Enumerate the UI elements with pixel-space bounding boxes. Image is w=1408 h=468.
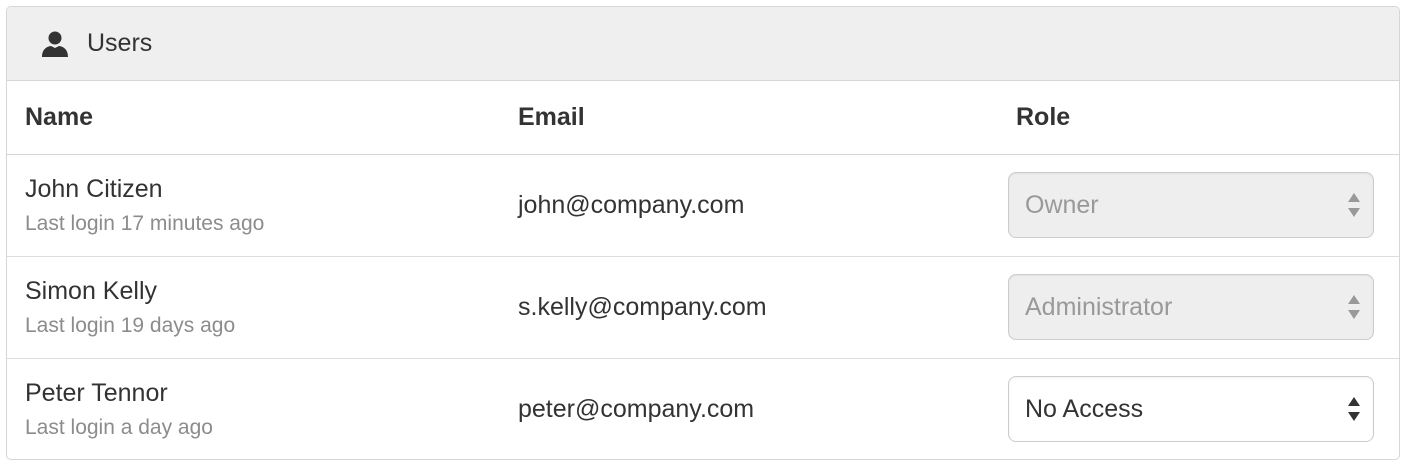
user-icon: [41, 30, 69, 58]
role-cell: No Access: [998, 358, 1399, 459]
user-email: s.kelly@company.com: [518, 292, 767, 321]
email-cell: s.kelly@company.com: [500, 256, 998, 359]
role-select: Owner: [1008, 172, 1374, 238]
column-header-email: Email: [500, 81, 998, 155]
select-arrows-icon: [1347, 191, 1361, 219]
role-select[interactable]: No Access: [1008, 376, 1374, 443]
user-name: Simon Kelly: [25, 277, 157, 305]
table-header-row: Name Email Role: [7, 81, 1399, 155]
email-cell: peter@company.com: [500, 358, 998, 459]
role-cell: Owner: [998, 154, 1399, 257]
table-row: John Citizen Last login 17 minutes ago j…: [7, 154, 1399, 257]
user-name: John Citizen: [25, 175, 163, 203]
role-select: Administrator: [1008, 274, 1374, 340]
name-cell: Simon Kelly Last login 19 days ago: [7, 256, 500, 359]
table-row: Simon Kelly Last login 19 days ago s.kel…: [7, 256, 1399, 359]
select-arrows-icon: [1347, 293, 1361, 321]
column-header-role: Role: [998, 81, 1399, 155]
user-email: peter@company.com: [518, 394, 755, 423]
users-table: Name Email Role John Citizen Last login …: [7, 81, 1399, 459]
name-cell: John Citizen Last login 17 minutes ago: [7, 154, 500, 257]
role-cell: Administrator: [998, 256, 1399, 359]
role-select-value: Administrator: [1025, 292, 1173, 321]
user-name: Peter Tennor: [25, 379, 168, 408]
table-row: Peter Tennor Last login a day ago peter@…: [7, 358, 1399, 459]
column-header-name: Name: [7, 81, 500, 155]
last-login-text: Last login 17 minutes ago: [25, 212, 265, 235]
panel-title: Users: [87, 29, 153, 57]
email-cell: john@company.com: [500, 154, 998, 257]
role-select-value: No Access: [1025, 394, 1144, 423]
last-login-text: Last login 19 days ago: [25, 314, 236, 337]
last-login-text: Last login a day ago: [25, 416, 213, 440]
select-arrows-icon: [1347, 395, 1361, 423]
name-cell: Peter Tennor Last login a day ago: [7, 358, 500, 459]
user-email: john@company.com: [518, 190, 745, 219]
panel-heading: Users: [7, 7, 1399, 81]
role-select-value: Owner: [1025, 190, 1099, 219]
users-panel: Users Name Email Role John Citizen Last …: [6, 6, 1400, 460]
